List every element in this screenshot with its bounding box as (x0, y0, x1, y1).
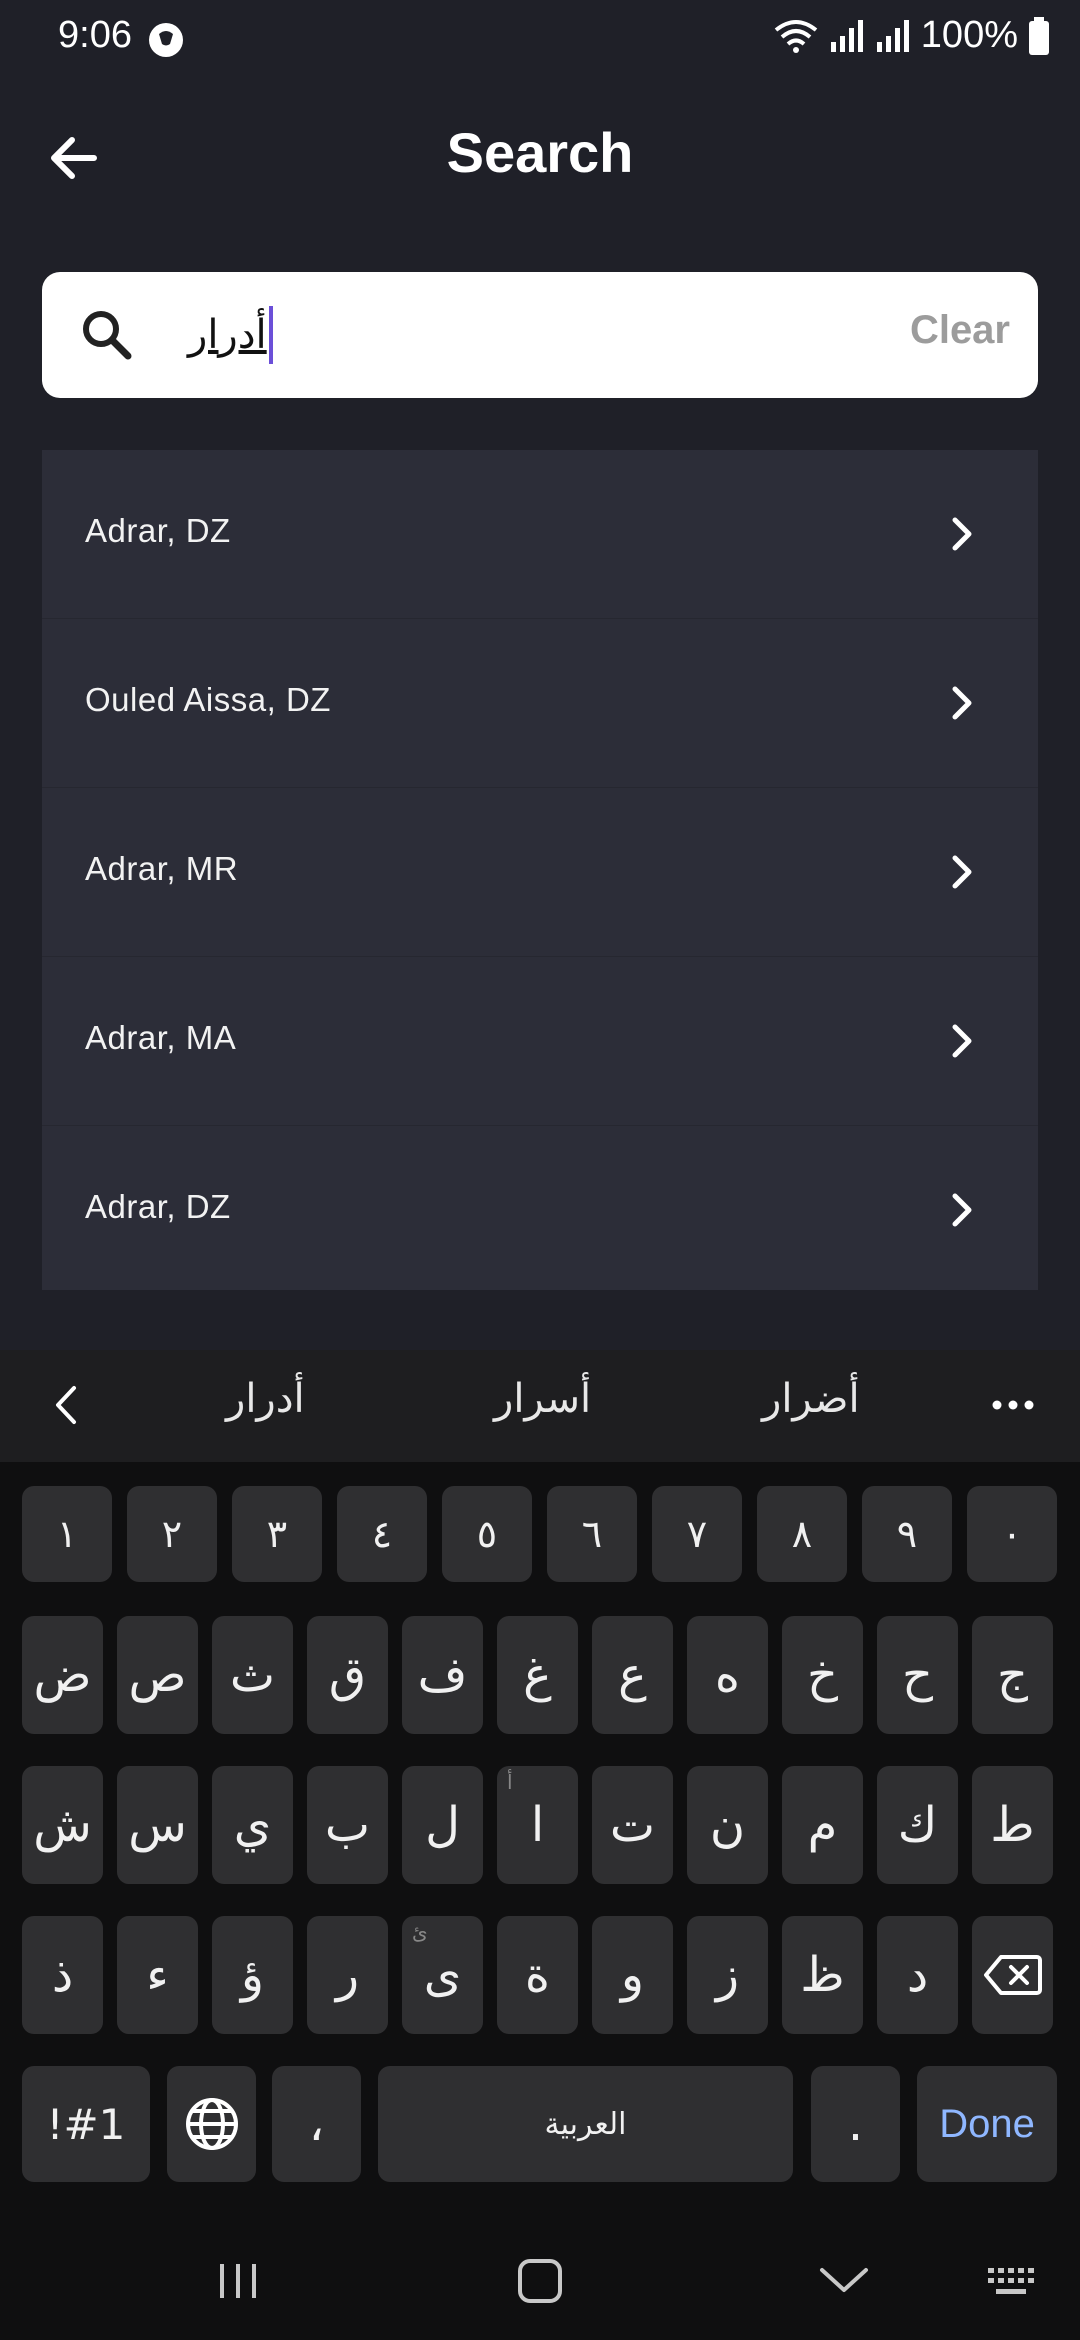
system-navigation-bar (0, 2220, 1080, 2340)
list-item[interactable]: Adrar, DZ (42, 1126, 1038, 1294)
key[interactable]: ص (117, 1616, 198, 1734)
key[interactable]: ظ (782, 1916, 863, 2034)
key[interactable]: ١ (22, 1486, 112, 1582)
key[interactable]: م (782, 1766, 863, 1884)
search-icon (83, 311, 132, 360)
list-item[interactable]: Ouled Aissa, DZ (42, 619, 1038, 788)
keyboard-icon[interactable] (982, 2256, 1042, 2306)
chevron-right-icon (952, 855, 972, 889)
period-key[interactable]: . (811, 2066, 900, 2182)
key[interactable]: ٨ (757, 1486, 847, 1582)
key[interactable]: ذ (22, 1916, 103, 2034)
battery-percent: 100% (920, 14, 1018, 56)
key[interactable]: خ (782, 1616, 863, 1734)
recent-apps-icon[interactable] (208, 2256, 268, 2306)
signal-icon (830, 19, 863, 52)
app-header: Search (0, 100, 1080, 212)
page-title: Search (446, 121, 634, 184)
space-key[interactable]: العربية (378, 2066, 793, 2182)
chevron-right-icon (952, 1193, 972, 1227)
list-item-label: Ouled Aissa, DZ (85, 681, 331, 718)
key[interactable]: أ ا (497, 1766, 578, 1884)
chat-notification-icon (149, 23, 183, 57)
key[interactable]: ت (592, 1766, 673, 1884)
key-label: ا (530, 1797, 545, 1853)
status-time: 9:06 (58, 14, 132, 56)
key-hint: ئ (412, 1920, 428, 1944)
key[interactable]: ض (22, 1616, 103, 1734)
wifi-icon (774, 19, 818, 53)
key[interactable]: ر (307, 1916, 388, 2034)
key[interactable]: ش (22, 1766, 103, 1884)
key[interactable]: ع (592, 1616, 673, 1734)
key[interactable]: د (877, 1916, 958, 2034)
backspace-icon (983, 1955, 1042, 1995)
key[interactable]: ق (307, 1616, 388, 1734)
suggestion-item[interactable]: أضرار (762, 1376, 860, 1422)
list-item-label: Adrar, MR (85, 850, 239, 887)
clear-button[interactable]: Clear (910, 308, 1010, 353)
backspace-key[interactable] (972, 1916, 1053, 2034)
list-item[interactable]: Adrar, MA (42, 957, 1038, 1126)
suggestion-item[interactable]: أدرار (226, 1376, 305, 1422)
chevron-left-icon[interactable] (42, 1380, 92, 1430)
key[interactable]: ء (117, 1916, 198, 2034)
key[interactable]: ٦ (547, 1486, 637, 1582)
chevron-right-icon (952, 517, 972, 551)
results-list: Adrar, DZ Ouled Aissa, DZ Adrar, MR Adra… (42, 450, 1038, 1290)
key[interactable]: ن (687, 1766, 768, 1884)
key[interactable]: ٩ (862, 1486, 952, 1582)
done-key[interactable]: Done (917, 2066, 1057, 2182)
home-icon[interactable] (510, 2256, 570, 2306)
key[interactable]: ٥ (442, 1486, 532, 1582)
key[interactable]: ك (877, 1766, 958, 1884)
hide-keyboard-icon[interactable] (814, 2256, 874, 2306)
key[interactable]: ٤ (337, 1486, 427, 1582)
search-bar: أدرار Clear (42, 272, 1038, 398)
search-input[interactable]: أدرار (188, 300, 788, 370)
list-item-label: Adrar, DZ (85, 512, 231, 549)
key[interactable]: ي (212, 1766, 293, 1884)
key[interactable]: ز (687, 1916, 768, 2034)
battery-icon (1029, 16, 1049, 55)
key[interactable]: و (592, 1916, 673, 2034)
keyboard: ١ ٢ ٣ ٤ ٥ ٦ ٧ ٨ ٩ ٠ ض ص ث ق ف غ ع ه خ ح … (0, 1462, 1080, 2220)
key[interactable]: ف (402, 1616, 483, 1734)
comma-key[interactable]: ، (272, 2066, 361, 2182)
suggestion-item[interactable]: أسرار (494, 1376, 591, 1422)
key[interactable]: ٠ (967, 1486, 1057, 1582)
signal-icon-2 (876, 19, 909, 52)
key[interactable]: ٣ (232, 1486, 322, 1582)
globe-icon (185, 2098, 238, 2150)
key[interactable]: ج (972, 1616, 1053, 1734)
language-key[interactable] (167, 2066, 256, 2182)
chevron-right-icon (952, 1024, 972, 1058)
key[interactable]: ب (307, 1766, 388, 1884)
list-item-label: Adrar, MA (85, 1019, 237, 1056)
key[interactable]: س (117, 1766, 198, 1884)
key[interactable]: ه (687, 1616, 768, 1734)
list-item-label: Adrar, DZ (85, 1188, 231, 1225)
more-options-icon[interactable] (988, 1380, 1038, 1430)
key[interactable]: ٧ (652, 1486, 742, 1582)
chevron-right-icon (952, 686, 972, 720)
key-hint: أ (507, 1770, 513, 1794)
symbols-key[interactable]: !#1 (22, 2066, 150, 2182)
key[interactable]: ٢ (127, 1486, 217, 1582)
list-item[interactable]: Adrar, DZ (42, 450, 1038, 619)
key[interactable]: ل (402, 1766, 483, 1884)
key-label: ى (423, 1947, 462, 2003)
key[interactable]: ئ ى (402, 1916, 483, 2034)
search-input-text: أدرار (188, 312, 267, 358)
key[interactable]: ط (972, 1766, 1053, 1884)
key[interactable]: ؤ (212, 1916, 293, 2034)
key[interactable]: ة (497, 1916, 578, 2034)
key[interactable]: ث (212, 1616, 293, 1734)
key[interactable]: غ (497, 1616, 578, 1734)
list-item[interactable]: Adrar, MR (42, 788, 1038, 957)
key[interactable]: ح (877, 1616, 958, 1734)
keyboard-suggestion-bar: أدرار أسرار أضرار (0, 1350, 1080, 1462)
text-cursor (268, 306, 273, 364)
status-bar: 9:06 100% (0, 0, 1080, 84)
